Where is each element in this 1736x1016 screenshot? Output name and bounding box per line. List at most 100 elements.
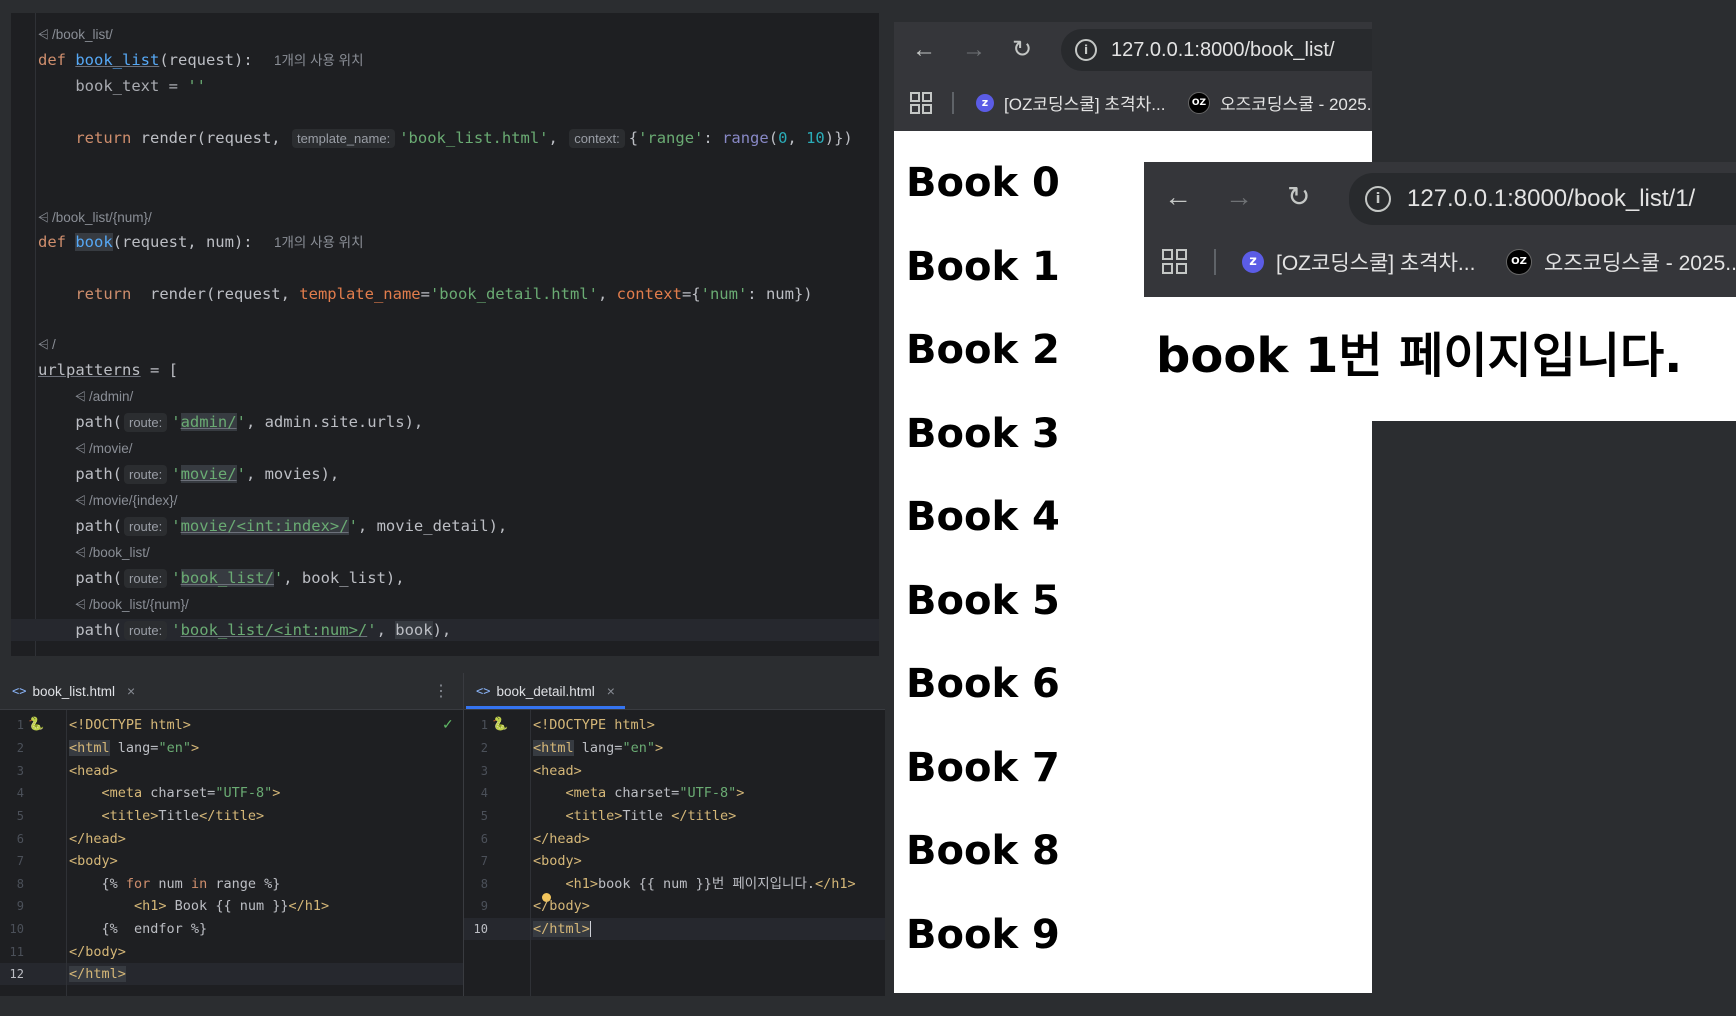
line-number: 6: [16, 832, 24, 846]
code-line[interactable]: </html>: [533, 918, 591, 940]
site-info-icon[interactable]: i: [1365, 186, 1391, 212]
code-line[interactable]: book_text = '': [38, 75, 206, 97]
url-hint-book-route[interactable]: ⩤/book_list/{num}/: [75, 596, 189, 614]
close-icon[interactable]: ×: [607, 683, 615, 699]
link-icon: ⩤: [75, 545, 86, 560]
url-hint-book-list[interactable]: ⩤/book_list/: [38, 26, 113, 44]
apps-grid-icon[interactable]: [910, 92, 932, 114]
param-hint-route: route:: [124, 621, 168, 640]
line-number: 12: [9, 967, 24, 981]
code-line[interactable]: def book_list(request): 1개의 사용 위치: [38, 49, 364, 72]
more-options-icon[interactable]: ⋮: [433, 681, 449, 701]
code-line[interactable]: path(route:'movie/<int:index>/', movie_d…: [38, 515, 507, 537]
link-icon: ⩤: [75, 389, 86, 404]
usage-hint[interactable]: 1개의 사용 위치: [274, 235, 364, 250]
line-number: 4: [16, 786, 24, 800]
bookmark-oz-school[interactable]: OZ 오즈코딩스쿨 - 2025...: [1188, 90, 1372, 115]
python-editor[interactable]: ⩤/book_list/ def book_list(request): 1개의…: [11, 13, 879, 656]
code-line[interactable]: {% for num in range %}: [69, 873, 281, 895]
bookmark-divider: [1214, 249, 1216, 275]
code-line[interactable]: <h1> Book {{ num }}</h1>: [69, 895, 329, 917]
code-line[interactable]: path(route:'book_list/', book_list),: [38, 567, 405, 589]
browser-detail-toolbar: ← → ↻ i 127.0.0.1:8000/book_list/1/ z [O…: [1144, 162, 1736, 297]
link-icon: ⩤: [38, 210, 49, 225]
site-info-icon[interactable]: i: [1075, 39, 1097, 61]
code-line[interactable]: </body>: [69, 941, 126, 963]
code-line[interactable]: return render(request, template_name:'bo…: [38, 127, 853, 149]
url-text: 127.0.0.1:8000/book_list/: [1111, 38, 1335, 61]
line-number: 3: [16, 764, 24, 778]
line-number: 10: [473, 922, 488, 936]
bookmark-oz-course[interactable]: z [OZ코딩스쿨] 초격차...: [976, 90, 1165, 115]
address-bar[interactable]: i 127.0.0.1:8000/book_list/: [1061, 29, 1372, 71]
line-number: 10: [9, 922, 24, 936]
code-line[interactable]: def book(request, num): 1개의 사용 위치: [38, 231, 364, 254]
back-icon[interactable]: ←: [1164, 183, 1192, 211]
code-line[interactable]: </head>: [533, 828, 590, 850]
editor-book-list[interactable]: 1 2 3 4 5 6 7 8 9 10 11 12 🐍 ✓ <!DOCTYPE html> <htm…: [0, 710, 463, 996]
code-line[interactable]: {% endfor %}: [69, 918, 208, 940]
back-icon[interactable]: ←: [912, 38, 936, 62]
gutter-divider: [35, 13, 36, 656]
code-line[interactable]: <head>: [533, 760, 582, 782]
code-line[interactable]: <title>Title</title>: [69, 805, 265, 827]
line-number: 4: [480, 786, 488, 800]
gutter-divider: [66, 710, 67, 996]
param-hint-route: route:: [124, 517, 168, 536]
code-line-current[interactable]: path(route:'book_list/<int:num>/', book)…: [11, 619, 879, 641]
code-line[interactable]: <html lang="en">: [533, 737, 663, 759]
tab-bar-left: <> book_list.html × ⋮: [0, 673, 463, 710]
code-line[interactable]: urlpatterns = [: [38, 359, 178, 381]
code-line[interactable]: return render(request, template_name='bo…: [38, 283, 812, 305]
oz-z-icon: z: [976, 93, 994, 112]
url-hint-movie-detail[interactable]: ⩤/movie/{index}/: [75, 492, 178, 510]
code-line[interactable]: <!DOCTYPE html>: [69, 714, 191, 736]
code-line[interactable]: <meta charset="UTF-8">: [533, 782, 745, 804]
line-number: 5: [480, 809, 488, 823]
line-number: 9: [16, 899, 24, 913]
line-number: 6: [480, 832, 488, 846]
line-number: 8: [480, 877, 488, 891]
url-hint-movie[interactable]: ⩤/movie/: [75, 440, 133, 458]
code-line[interactable]: </body>: [533, 895, 590, 917]
code-line[interactable]: <body>: [533, 850, 582, 872]
book-heading: Book 7: [906, 744, 1060, 791]
bookmark-oz-school[interactable]: OZ 오즈코딩스쿨 - 2025...: [1506, 247, 1736, 277]
tab-book-detail-html[interactable]: <> book_detail.html ×: [466, 673, 625, 709]
bookmark-divider: [952, 92, 954, 114]
line-number: 9: [480, 899, 488, 913]
bookmark-oz-course[interactable]: z [OZ코딩스쿨] 초격차...: [1242, 247, 1475, 277]
code-line[interactable]: <html lang="en">: [69, 737, 199, 759]
forward-icon[interactable]: →: [1225, 183, 1253, 211]
html-file-icon: <>: [12, 684, 27, 698]
code-line[interactable]: path(route:'movie/', movies),: [38, 463, 339, 485]
close-icon[interactable]: ×: [127, 683, 135, 699]
forward-icon[interactable]: →: [962, 38, 986, 62]
reload-icon[interactable]: ↻: [1287, 183, 1310, 211]
tab-book-list-html[interactable]: <> book_list.html ×: [2, 673, 145, 709]
usage-hint[interactable]: 1개의 사용 위치: [274, 53, 364, 68]
editor-book-detail[interactable]: 1 2 3 4 5 6 7 8 9 10 🐍 <!DOCTYPE html> <html lang…: [464, 710, 885, 996]
browser-main-toolbar: ← → ↻ i 127.0.0.1:8000/book_list/ z [OZ코…: [894, 22, 1372, 131]
address-bar[interactable]: i 127.0.0.1:8000/book_list/1/: [1349, 173, 1736, 225]
book-heading: Book 9: [906, 911, 1060, 958]
code-line[interactable]: <body>: [69, 850, 118, 872]
code-line[interactable]: <!DOCTYPE html>: [533, 714, 655, 736]
code-line[interactable]: <h1>book {{ num }}번 페이지입니다.</h1>: [533, 873, 856, 895]
line-number: 1: [480, 718, 488, 732]
code-line[interactable]: <head>: [69, 760, 118, 782]
code-line[interactable]: <meta charset="UTF-8">: [69, 782, 281, 804]
line-number: 8: [16, 877, 24, 891]
code-line[interactable]: path(route:'admin/', admin.site.urls),: [38, 411, 423, 433]
apps-grid-icon[interactable]: [1162, 249, 1188, 275]
book-heading: Book 0: [906, 160, 1060, 206]
line-number: 2: [16, 741, 24, 755]
url-hint-book-list-route[interactable]: ⩤/book_list/: [75, 544, 150, 562]
code-line[interactable]: </head>: [69, 828, 126, 850]
url-hint-root[interactable]: ⩤ /: [38, 336, 56, 354]
code-line[interactable]: </html>: [69, 963, 126, 985]
url-hint-book[interactable]: ⩤/book_list/{num}/: [38, 209, 152, 227]
code-line[interactable]: <title>Title </title>: [533, 805, 737, 827]
url-hint-admin[interactable]: ⩤/admin/: [75, 388, 133, 406]
reload-icon[interactable]: ↻: [1012, 38, 1032, 62]
